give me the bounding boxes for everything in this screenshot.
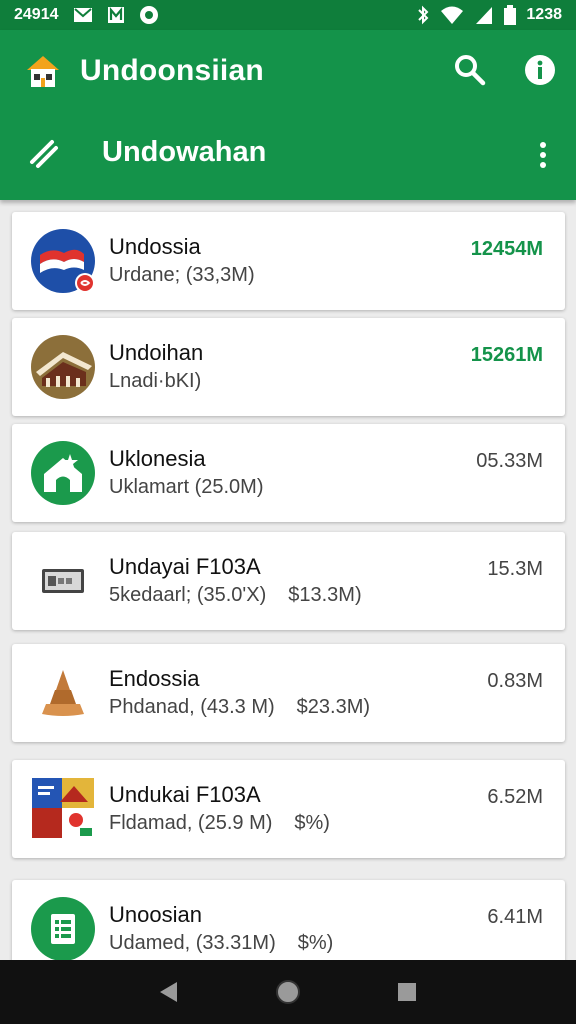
item-detail: Uklamart (25.0M): [109, 476, 264, 498]
device-icon: [30, 548, 96, 614]
item-detail: Phdanad, (43.3 M) $23.3M): [109, 696, 371, 718]
more-options-icon[interactable]: [528, 138, 558, 172]
item-name: Undukai F103A: [109, 782, 261, 807]
item-size: 6.52M: [487, 786, 543, 808]
item-size: 6.41M: [487, 906, 543, 928]
item-name: Undoihan: [109, 340, 204, 365]
battery-icon: [504, 5, 517, 25]
item-size: 15.3M: [487, 558, 543, 580]
recents-icon[interactable]: [393, 978, 421, 1006]
building-avatar-icon: [30, 334, 96, 400]
item-name: Endossia: [109, 666, 200, 691]
download-list: Undossia Urdane; (33,3M) 12454M Undoihan…: [0, 200, 576, 960]
item-name: Undossia: [109, 234, 201, 259]
list-item[interactable]: Uklonesia Uklamart (25.0M) 05.33M: [12, 424, 565, 522]
sheet-avatar-icon: [30, 896, 96, 960]
item-detail: Lnadi·bKI): [109, 370, 202, 392]
app-bar: Undoonsiian Undowahan: [0, 30, 576, 200]
status-time-left: 24914: [14, 6, 59, 23]
list-item[interactable]: Undoihan Lnadi·bKI) 15261M: [12, 318, 565, 416]
flag-avatar-icon: [30, 228, 96, 294]
item-size: 12454M: [470, 238, 543, 260]
item-name: Uklonesia: [109, 446, 206, 471]
back-icon[interactable]: [155, 978, 183, 1006]
notification-icon: [107, 6, 125, 24]
list-item[interactable]: Undossia Urdane; (33,3M) 12454M: [12, 212, 565, 310]
info-icon[interactable]: [524, 54, 556, 86]
item-detail: Urdane; (33,3M): [109, 264, 255, 286]
app-bar-sub-row: Undowahan: [0, 114, 576, 200]
navigation-bar: [0, 960, 576, 1024]
item-name: Unoosian: [109, 902, 202, 927]
edit-icon[interactable]: [26, 136, 62, 172]
house-avatar-icon: [30, 440, 96, 506]
list-item[interactable]: Endossia Phdanad, (43.3 M) $23.3M) 0.83M: [12, 644, 565, 742]
pagoda-icon: [30, 660, 96, 726]
app-title: Undoonsiian: [80, 54, 264, 87]
mail-icon: [73, 7, 93, 23]
signal-icon: [474, 5, 494, 25]
list-item[interactable]: Undukai F103A Fldamad, (25.9 M) $%) 6.52M: [12, 760, 565, 858]
section-title: Undowahan: [102, 136, 267, 168]
list-item[interactable]: Unoosian Udamed, (33.31M) $%) 6.41M: [12, 880, 565, 960]
status-time-right: 1238: [526, 6, 562, 23]
item-name: Undayai F103A: [109, 554, 261, 579]
collage-icon: [30, 776, 96, 842]
bluetooth-icon: [416, 5, 430, 25]
search-icon[interactable]: [452, 52, 488, 88]
app-bar-top-row: Undoonsiian: [0, 30, 576, 114]
item-size: 0.83M: [487, 670, 543, 692]
record-icon: [139, 5, 159, 25]
status-bar: 24914 1238: [0, 0, 576, 30]
item-size: 05.33M: [476, 450, 543, 472]
home-nav-icon[interactable]: [274, 978, 302, 1006]
list-item[interactable]: Undayai F103A 5kedaarl; (35.0'X) $13.3M) …: [12, 532, 565, 630]
home-icon[interactable]: [24, 52, 62, 90]
item-detail: Udamed, (33.31M) $%): [109, 932, 334, 954]
item-detail: Fldamad, (25.9 M) $%): [109, 812, 330, 834]
wifi-icon: [440, 5, 464, 25]
item-detail: 5kedaarl; (35.0'X) $13.3M): [109, 584, 362, 606]
item-size: 15261M: [470, 344, 543, 366]
